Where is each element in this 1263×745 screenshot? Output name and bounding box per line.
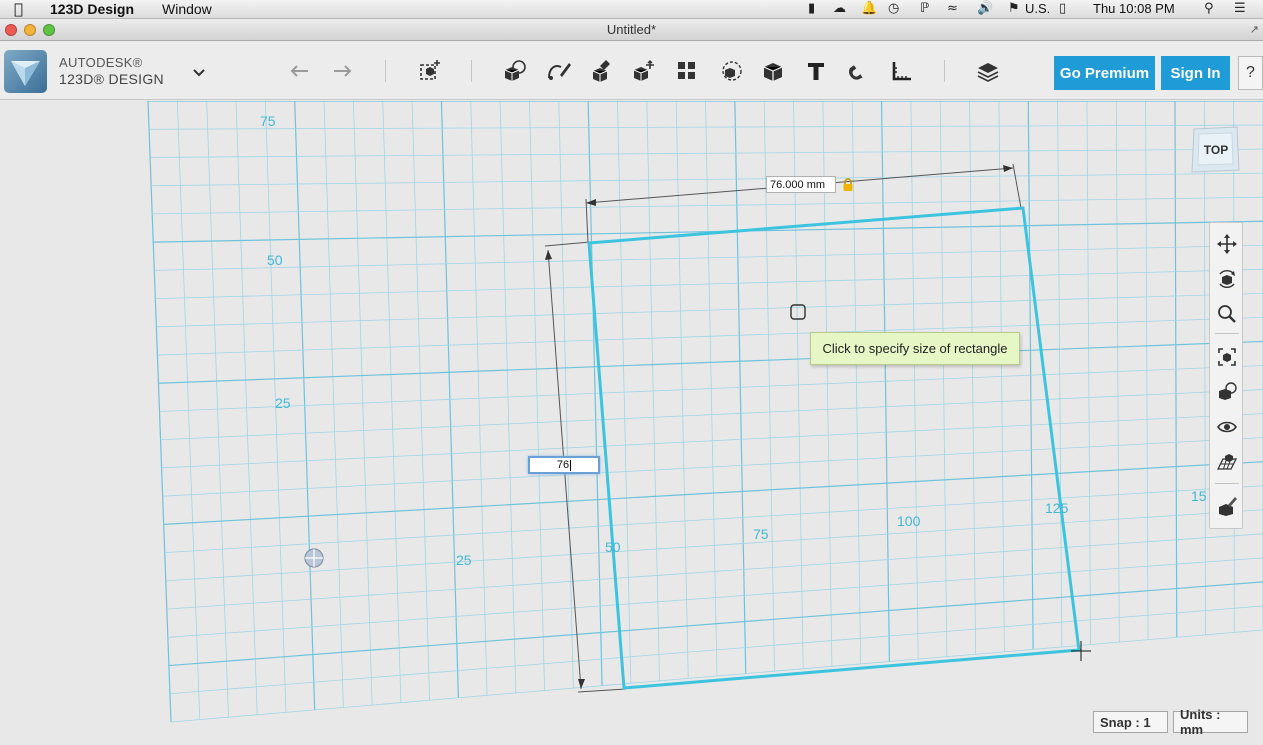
volume-icon[interactable]: 🔊 bbox=[977, 1, 993, 16]
view-cube-face-label: TOP bbox=[1204, 143, 1228, 157]
text-tool-button[interactable] bbox=[801, 56, 831, 86]
go-premium-button[interactable]: Go Premium bbox=[1054, 56, 1155, 90]
design-viewport[interactable]: 75 50 25 25 50 75 100 125 15 bbox=[0, 101, 1263, 745]
navigation-panel bbox=[1209, 222, 1243, 529]
tool-hint-tooltip: Click to specify size of rectangle bbox=[810, 332, 1020, 365]
mac-menu-bar:  123D Design Window ▮ ☁ 🔔 ◷ ℙ ≈ 🔊 ⚑ U.S… bbox=[0, 0, 1263, 19]
cloud-icon[interactable]: ☁ bbox=[833, 1, 846, 16]
materials-layers-button[interactable] bbox=[973, 56, 1003, 86]
arrow-top bbox=[545, 250, 552, 260]
material-brush-icon[interactable] bbox=[1214, 493, 1240, 519]
height-dimension-input[interactable]: 76 bbox=[528, 456, 600, 474]
dimension-arrows bbox=[545, 165, 1013, 689]
grid-label: 25 bbox=[456, 552, 472, 568]
grid-lines bbox=[147, 101, 1263, 723]
primitives-tool-button[interactable] bbox=[500, 56, 530, 86]
height-extension-bottom bbox=[577, 688, 627, 693]
dimension-lines bbox=[544, 163, 1022, 693]
window-title-bar: Untitled* ↗ bbox=[0, 19, 1263, 41]
notification-bell-icon[interactable]: 🔔 bbox=[861, 1, 877, 16]
grouping-tool-button[interactable] bbox=[716, 56, 746, 86]
grid-line bbox=[164, 485, 1263, 554]
sketch-tool-button[interactable] bbox=[544, 56, 574, 86]
grid-line bbox=[163, 461, 1263, 526]
window-title: Untitled* bbox=[606, 22, 657, 37]
grid-line bbox=[170, 629, 1263, 723]
menu-app-name[interactable]: 123D Design bbox=[50, 1, 134, 17]
app-menu-chevron-down-icon[interactable] bbox=[191, 66, 207, 84]
width-dimension-field[interactable]: 76.000 mm bbox=[766, 176, 836, 193]
menu-window[interactable]: Window bbox=[162, 1, 212, 17]
height-extension-top bbox=[544, 241, 591, 247]
height-dimension-value: 76 bbox=[556, 459, 570, 471]
help-button[interactable]: ? bbox=[1238, 56, 1263, 90]
view-cube[interactable]: TOP bbox=[1190, 126, 1241, 173]
toolbar-divider bbox=[471, 60, 472, 82]
brand-autodesk: AUTODESK® bbox=[59, 55, 143, 70]
pattern-tool-button[interactable] bbox=[672, 56, 702, 86]
workplane-grid: 75 50 25 25 50 75 100 125 15 bbox=[147, 101, 1263, 723]
input-source[interactable]: U.S. bbox=[1025, 1, 1050, 16]
modify-tool-button[interactable] bbox=[629, 56, 659, 86]
combine-tool-button[interactable] bbox=[758, 56, 788, 86]
sketch-rectangle bbox=[587, 206, 1081, 690]
units-setting[interactable]: Units : mm bbox=[1173, 707, 1248, 737]
grid-label: 50 bbox=[267, 252, 283, 268]
fit-view-icon[interactable] bbox=[1214, 344, 1240, 370]
notification-center-icon[interactable]: ☰ bbox=[1234, 1, 1246, 16]
grid-label: 50 bbox=[605, 539, 621, 555]
apple-logo-icon[interactable]:  bbox=[14, 0, 23, 18]
app-root:  123D Design Window ▮ ☁ 🔔 ◷ ℙ ≈ 🔊 ⚑ U.S… bbox=[0, 0, 1263, 745]
crosshair-cursor-icon bbox=[1071, 641, 1091, 661]
grid-line bbox=[168, 581, 1263, 667]
fullscreen-icon[interactable]: ↗ bbox=[1250, 23, 1259, 36]
flag-icon[interactable]: ⚑ bbox=[1008, 1, 1020, 16]
nav-divider bbox=[1215, 333, 1239, 334]
redo-button[interactable] bbox=[327, 56, 357, 86]
menu-extra-icon[interactable]: ▮ bbox=[808, 1, 815, 16]
app-logo-icon[interactable] bbox=[4, 50, 47, 93]
snap-tool-button[interactable] bbox=[844, 56, 874, 86]
grid-toggle-icon[interactable] bbox=[1214, 449, 1240, 475]
grid-label: 25 bbox=[275, 395, 291, 411]
grid-label: 75 bbox=[753, 526, 769, 542]
grid-line bbox=[162, 437, 1263, 497]
brand-product: 123D® DESIGN bbox=[59, 71, 164, 87]
toolbar-divider bbox=[385, 60, 386, 82]
width-extension-left bbox=[585, 198, 589, 244]
grid-label: 100 bbox=[897, 513, 921, 529]
wifi-icon[interactable]: ≈ bbox=[947, 1, 958, 16]
view-mode-icon[interactable] bbox=[1214, 379, 1240, 405]
bluetooth-icon[interactable]: ℙ bbox=[920, 1, 929, 16]
grid-label: 75 bbox=[260, 113, 276, 129]
origin-marker-icon bbox=[304, 548, 324, 568]
grid-label: 125 bbox=[1045, 500, 1069, 516]
text-caret bbox=[570, 459, 572, 471]
measure-tool-button[interactable] bbox=[887, 56, 917, 86]
battery-icon[interactable]: ▯ bbox=[1059, 1, 1066, 16]
zoom-magnifier-icon[interactable] bbox=[1214, 301, 1240, 327]
construct-tool-button[interactable] bbox=[587, 56, 617, 86]
spotlight-search-icon[interactable]: ⚲ bbox=[1204, 1, 1214, 16]
orbit-icon[interactable] bbox=[1214, 266, 1240, 292]
toolbar-divider bbox=[944, 60, 945, 82]
lock-icon[interactable] bbox=[841, 178, 855, 192]
undo-button[interactable] bbox=[285, 56, 315, 86]
nav-divider bbox=[1215, 483, 1239, 484]
time-machine-icon[interactable]: ◷ bbox=[888, 1, 899, 16]
sign-in-button[interactable]: Sign In bbox=[1161, 56, 1230, 90]
arrow-right bbox=[1003, 165, 1013, 172]
width-extension-right bbox=[1012, 163, 1022, 209]
menu-clock[interactable]: Thu 10:08 PM bbox=[1093, 1, 1175, 16]
grid-label: 15 bbox=[1191, 488, 1207, 504]
pan-icon[interactable] bbox=[1214, 231, 1240, 257]
visibility-eye-icon[interactable] bbox=[1214, 414, 1240, 440]
snap-setting[interactable]: Snap : 1 bbox=[1093, 711, 1168, 733]
transform-tool-button[interactable] bbox=[415, 56, 445, 86]
